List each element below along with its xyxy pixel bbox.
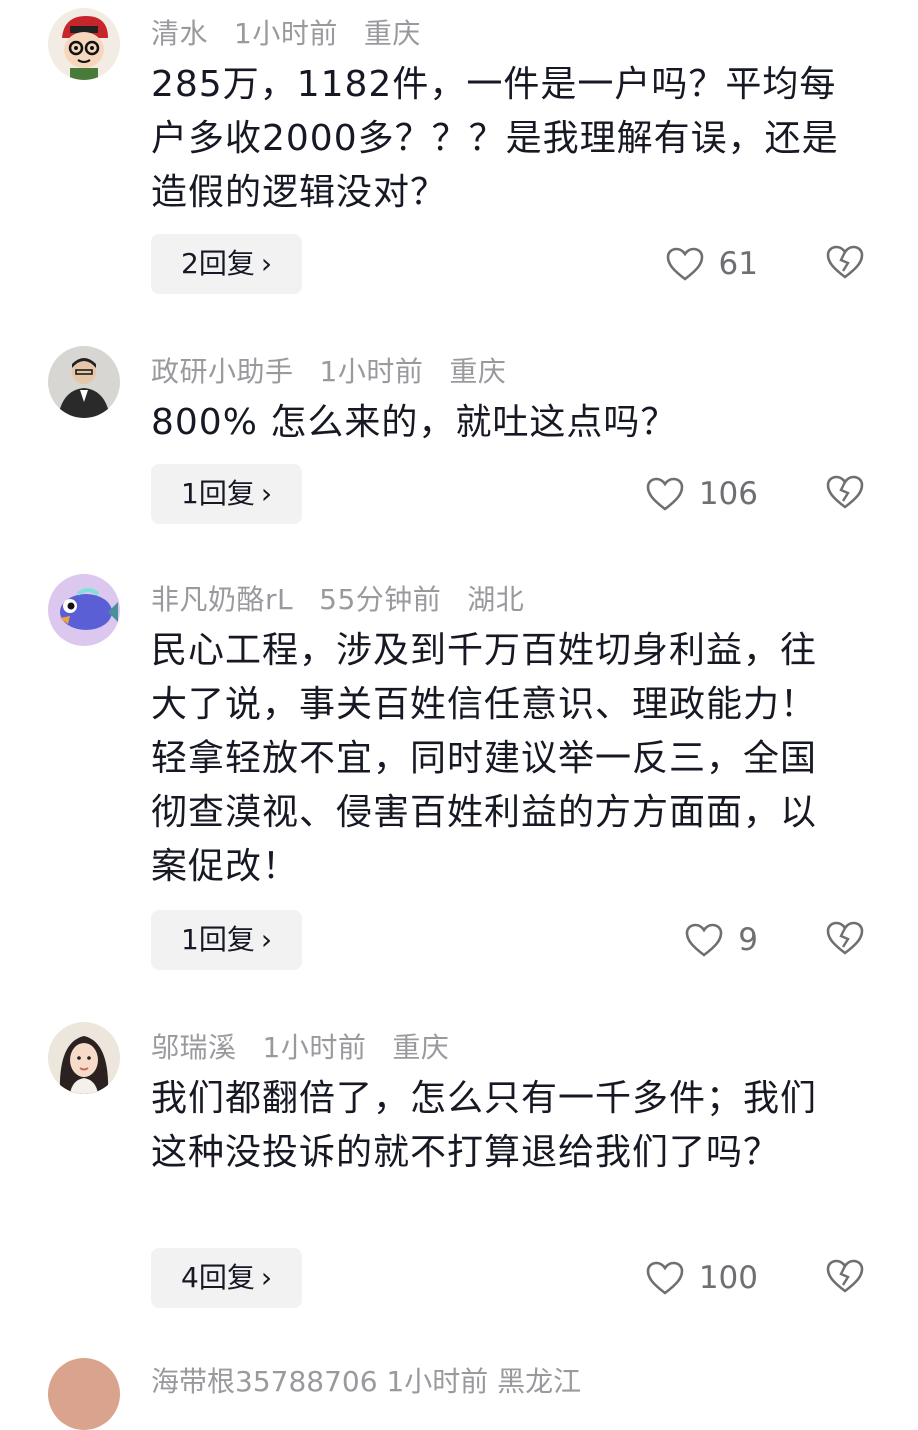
username[interactable]: 政研小助手: [151, 355, 294, 388]
heart-outline-icon: [646, 477, 684, 511]
timestamp: 55分钟前: [319, 583, 442, 616]
view-replies-button[interactable]: 4回复 ›: [151, 1248, 303, 1308]
username[interactable]: 邬瑞溪: [151, 1031, 237, 1064]
avatar[interactable]: [48, 8, 120, 80]
username[interactable]: 非凡奶酪rL: [151, 583, 293, 616]
comment-text[interactable]: 我们都翻倍了，怎么只有一千多件；我们这种没投诉的就不打算退给我们了吗？: [151, 1072, 851, 1180]
like-button[interactable]: 100: [645, 1258, 758, 1298]
reply-count-label: 4回复: [181, 1261, 255, 1294]
view-replies-button[interactable]: 1回复 ›: [151, 910, 303, 970]
comment-meta: 邬瑞溪 1小时前 重庆: [151, 1026, 475, 1066]
comment-text[interactable]: 285万，1182件，一件是一户吗？平均每户多收2000多？？？是我理解有误，还…: [151, 58, 851, 220]
dislike-button[interactable]: [825, 920, 865, 960]
view-replies-button[interactable]: 2回复 ›: [151, 234, 303, 294]
heart-outline-icon: [646, 1261, 684, 1295]
location: 重庆: [449, 355, 507, 388]
chevron-right-icon: ›: [260, 923, 273, 956]
like-button[interactable]: 61: [665, 244, 758, 284]
comment-text[interactable]: 800% 怎么来的，就吐这点吗？: [151, 396, 851, 450]
like-count: 9: [738, 922, 758, 958]
like-count: 100: [698, 1260, 758, 1296]
dislike-button[interactable]: [825, 474, 865, 514]
like-count: 61: [718, 246, 758, 282]
chevron-right-icon: ›: [260, 1261, 273, 1294]
heart-outline-icon: [666, 247, 703, 281]
chevron-right-icon: ›: [260, 477, 273, 510]
chevron-right-icon: ›: [260, 247, 273, 280]
location: 重庆: [363, 17, 421, 50]
reply-count-label: 2回复: [181, 247, 255, 280]
like-count: 106: [698, 476, 758, 512]
timestamp: 1小时前: [319, 355, 424, 388]
avatar[interactable]: [48, 346, 120, 418]
dislike-button[interactable]: [825, 244, 865, 284]
like-button[interactable]: 106: [645, 474, 758, 514]
comment-meta: 政研小助手 1小时前 重庆: [151, 350, 532, 390]
location: 湖北: [467, 583, 525, 616]
dislike-button[interactable]: [825, 1258, 865, 1298]
broken-heart-icon: [826, 1259, 864, 1293]
username[interactable]: 清水: [151, 17, 208, 50]
timestamp: 1小时前: [234, 17, 338, 50]
comment-text[interactable]: 民心工程，涉及到千万百姓切身利益，往大了说，事关百姓信任意识、理政能力！轻拿轻放…: [151, 624, 851, 894]
broken-heart-icon: [826, 921, 864, 955]
broken-heart-icon: [826, 475, 864, 509]
avatar[interactable]: [48, 1358, 120, 1430]
like-button[interactable]: 9: [684, 920, 758, 960]
avatar[interactable]: [48, 1022, 120, 1094]
view-replies-button[interactable]: 1回复 ›: [151, 464, 303, 524]
location: 重庆: [392, 1031, 450, 1064]
broken-heart-icon: [826, 245, 864, 279]
reply-count-label: 1回复: [181, 477, 255, 510]
timestamp: 1小时前: [262, 1031, 367, 1064]
comment-meta: 非凡奶酪rL 55分钟前 湖北: [151, 578, 550, 618]
comment-meta: 清水 1小时前 重庆: [151, 12, 447, 52]
avatar[interactable]: [48, 574, 120, 646]
heart-outline-icon: [685, 923, 723, 957]
comment-meta: 海带根35788706 1小时前 黑龙江: [151, 1365, 582, 1398]
reply-count-label: 1回复: [181, 923, 255, 956]
